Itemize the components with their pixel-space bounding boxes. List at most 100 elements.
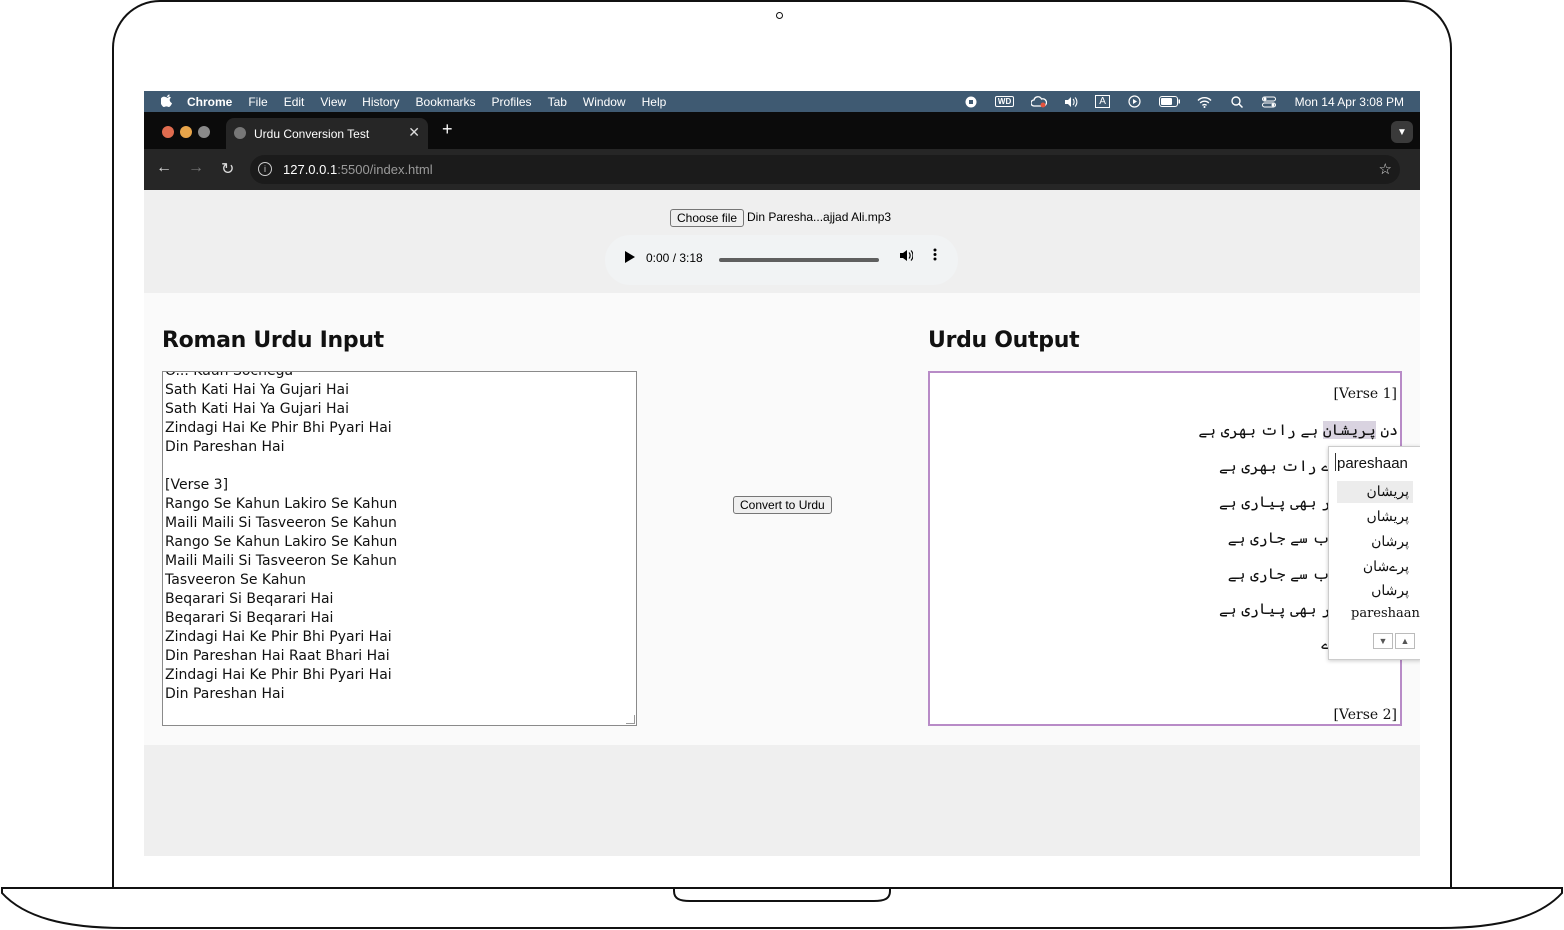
verse-label-top: [Verse 1] [1333, 386, 1397, 402]
resize-handle[interactable] [626, 715, 635, 724]
menu-tab[interactable]: Tab [540, 95, 575, 109]
menu-bookmarks[interactable]: Bookmarks [408, 95, 484, 109]
audio-time: 0:00 / 3:18 [646, 251, 703, 265]
ime-page-arrows: ▼ ▲ [1373, 633, 1415, 649]
volume-icon[interactable] [1063, 96, 1079, 108]
input-line: Maili Maili Si Tasveeron Se Kahun [165, 515, 397, 531]
input-source-icon[interactable]: A [1095, 95, 1111, 108]
menubar-clock[interactable]: Mon 14 Apr 3:08 PM [1295, 95, 1404, 109]
roman-urdu-textarea[interactable]: O... Kaun Sochega Sath Kati Hai Ya Gujari… [162, 371, 637, 726]
control-center-icon[interactable] [1261, 96, 1277, 108]
ime-candidate-5[interactable]: پرشاں [1337, 580, 1413, 602]
screen: Chrome File Edit View History Bookmarks … [144, 91, 1420, 856]
play-icon[interactable] [625, 251, 635, 263]
input-heading: Roman Urdu Input [162, 328, 384, 353]
selected-file-name: Din Paresha...ajjad Ali.mp3 [747, 210, 892, 224]
input-line: [Verse 3] [165, 477, 229, 493]
site-info-icon[interactable]: i [258, 162, 272, 176]
menu-profiles[interactable]: Profiles [484, 95, 540, 109]
back-arrow-icon[interactable]: ← [156, 159, 172, 177]
ime-candidate-1[interactable]: پریشان [1337, 481, 1413, 503]
input-line: Din Pareshan Hai [165, 439, 285, 455]
bookmark-star-icon[interactable]: ☆ [1379, 160, 1392, 178]
apple-icon[interactable] [160, 94, 175, 110]
urdu-line-3: ر بھی پیاری ہے [1219, 493, 1330, 511]
more-options-icon[interactable] [933, 248, 937, 265]
browser-tab-strip: Urdu Conversion Test ✕ + ▼ [144, 112, 1420, 149]
ime-candidate-3[interactable]: پرشان [1337, 531, 1413, 553]
wd-drive-icon[interactable]: WD [994, 96, 1015, 108]
menu-help[interactable]: Help [634, 95, 675, 109]
choose-file-button[interactable]: Choose file [670, 209, 745, 227]
ime-caret [1335, 453, 1336, 471]
zoom-window-button[interactable] [198, 126, 210, 138]
menu-file[interactable]: File [240, 95, 275, 109]
forward-arrow-icon[interactable]: → [188, 159, 204, 177]
urdu-line-4: ب سے جاری ہے [1227, 529, 1330, 547]
close-tab-icon[interactable]: ✕ [408, 124, 420, 141]
menu-chrome[interactable]: Chrome [175, 95, 240, 109]
chevron-down-icon[interactable]: ▼ [1373, 633, 1393, 649]
ime-candidate-popup: pareshaan پریشان پریشاں پرشان پرےشان پرش… [1328, 446, 1420, 660]
input-line: Maili Maili Si Tasveeron Se Kahun [165, 553, 397, 569]
audio-player: 0:00 / 3:18 [605, 235, 958, 285]
tab-title: Urdu Conversion Test [254, 127, 370, 141]
volume-icon[interactable] [899, 249, 914, 266]
input-line: Zindagi Hai Ke Phir Bhi Pyari Hai [165, 629, 392, 645]
ime-candidate-2[interactable]: پریشاں [1337, 506, 1413, 528]
new-tab-button[interactable]: + [442, 119, 453, 140]
address-bar[interactable]: i 127.0.0.1:5500/index.html ☆ [250, 155, 1400, 184]
tab-urdu-conversion-test[interactable]: Urdu Conversion Test ✕ [226, 118, 428, 149]
input-line: Din Pareshan Hai Raat Bhari Hai [165, 648, 390, 664]
menu-view[interactable]: View [312, 95, 354, 109]
tab-search-chevron-icon[interactable]: ▼ [1391, 121, 1413, 143]
input-line: Sath Kati Hai Ya Gujari Hai [165, 382, 350, 398]
close-window-button[interactable] [162, 126, 174, 138]
input-line: Zindagi Hai Ke Phir Bhi Pyari Hai [165, 420, 392, 436]
ime-query: pareshaan [1337, 455, 1408, 472]
urdu-line-1: دن پریشان ہے رات بھری ہے [1198, 421, 1398, 439]
input-line: Tasveeron Se Kahun [165, 572, 307, 588]
highlighted-word[interactable]: پریشان [1322, 421, 1376, 439]
spotlight-search-icon[interactable] [1229, 95, 1245, 108]
globe-icon [234, 127, 246, 139]
input-line: O... Kaun Sochega [165, 371, 294, 379]
macos-menubar: Chrome File Edit View History Bookmarks … [144, 91, 1420, 112]
menu-window[interactable]: Window [575, 95, 634, 109]
input-line: Rango Se Kahun Lakiro Se Kahun [165, 534, 398, 550]
input-line [165, 457, 397, 476]
menu-history[interactable]: History [354, 95, 407, 109]
menu-edit[interactable]: Edit [276, 95, 313, 109]
page-content: Choose file Din Paresha...ajjad Ali.mp3 … [144, 190, 1420, 856]
urdu-line-1-start: دن [1375, 421, 1398, 439]
camera-icon [776, 12, 783, 19]
ime-candidate-4[interactable]: پرےشان [1337, 556, 1413, 578]
input-line: Din Pareshan Hai [165, 686, 285, 702]
url-host: 127.0.0.1 [283, 162, 338, 177]
urdu-line-2: ے رات بھری ہے [1219, 457, 1330, 475]
input-line: Beqarari Si Beqarari Hai [165, 591, 334, 607]
urdu-line-6: ر بھی پیاری ہے [1219, 600, 1330, 618]
wifi-icon[interactable] [1197, 96, 1213, 108]
input-line: Sath Kati Hai Ya Gujari Hai [165, 401, 350, 417]
audio-progress-slider[interactable] [719, 258, 879, 262]
browser-toolbar: ← → ↻ i 127.0.0.1:5500/index.html ☆ [144, 149, 1420, 190]
play-circle-icon[interactable] [1127, 95, 1143, 108]
cloud-sync-icon[interactable] [1030, 95, 1047, 108]
urdu-line-1-end: ہے رات بھری ہے [1198, 421, 1323, 439]
ime-latin-candidate[interactable]: pareshaan [1351, 606, 1420, 621]
audio-section: Choose file Din Paresha...ajjad Ali.mp3 … [144, 190, 1420, 293]
wd-label: WD [994, 96, 1015, 107]
minimize-window-button[interactable] [180, 126, 192, 138]
url-text[interactable]: 127.0.0.1:5500/index.html [283, 162, 433, 177]
input-line: Zindagi Hai Ke Phir Bhi Pyari Hai [165, 667, 392, 683]
output-heading: Urdu Output [928, 328, 1080, 353]
record-icon[interactable] [963, 96, 979, 108]
reload-icon[interactable]: ↻ [221, 159, 234, 179]
convert-to-urdu-button[interactable]: Convert to Urdu [733, 496, 832, 514]
battery-icon[interactable] [1158, 96, 1181, 108]
input-source-label: A [1095, 95, 1110, 108]
urdu-line-5: ب سے جاری ہے [1227, 565, 1330, 583]
chevron-up-icon[interactable]: ▲ [1395, 633, 1415, 649]
input-lines: O... Kaun Sochega Sath Kati Hai Ya Gujari… [165, 371, 398, 704]
